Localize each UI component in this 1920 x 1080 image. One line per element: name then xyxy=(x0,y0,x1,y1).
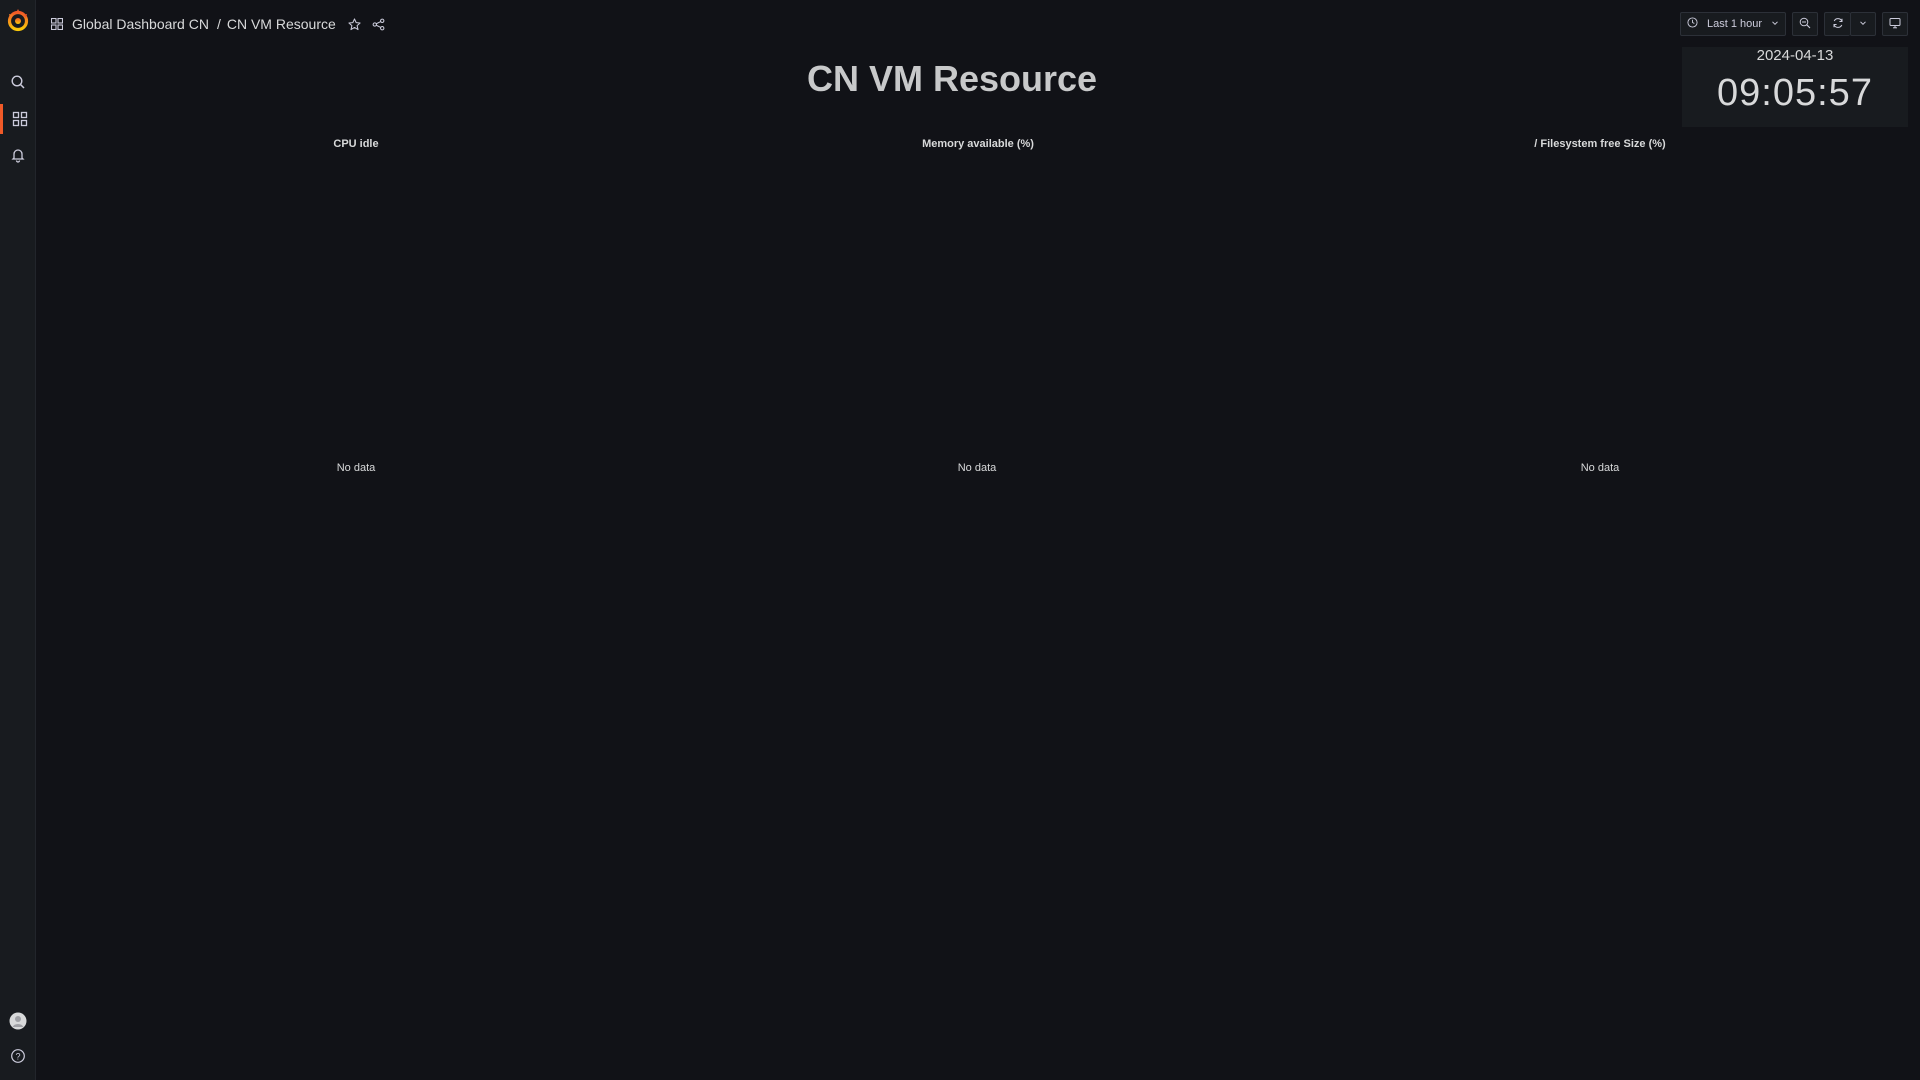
star-icon[interactable] xyxy=(346,15,364,33)
breadcrumb-folder-link[interactable]: Global Dashboard CN xyxy=(72,16,209,32)
avatar[interactable] xyxy=(0,1006,36,1036)
zoom-out-icon xyxy=(1799,17,1811,32)
panel-no-data-filesystem-free: No data xyxy=(1580,462,1620,474)
breadcrumb-separator: / xyxy=(216,16,221,32)
clock-date: 2024-04-13 xyxy=(1756,47,1834,64)
dashboards-icon[interactable] xyxy=(0,104,36,134)
breadcrumb-dashboard-link[interactable]: CN VM Resource xyxy=(227,16,336,32)
chevron-down-icon xyxy=(1771,18,1779,30)
clock-icon xyxy=(1687,17,1698,31)
panel-title-cpu-idle[interactable]: CPU idle xyxy=(206,138,506,150)
dashboard-title: CN VM Resource xyxy=(806,58,1098,99)
bell-icon[interactable] xyxy=(0,140,36,170)
panel-title-memory-available[interactable]: Memory available (%) xyxy=(828,138,1128,150)
time-range-picker[interactable]: Last 1 hour xyxy=(1680,12,1786,36)
refresh-group xyxy=(1824,12,1876,36)
time-range-label: Last 1 hour xyxy=(1706,18,1763,30)
help-icon[interactable]: ? xyxy=(0,1041,36,1071)
tv-mode-button[interactable] xyxy=(1882,12,1908,36)
dashboards-grid-icon xyxy=(48,15,66,33)
grafana-logo-icon[interactable] xyxy=(5,7,31,33)
top-bar: Global Dashboard CN / CN VM Resource Las… xyxy=(36,0,1920,48)
zoom-out-button[interactable] xyxy=(1792,12,1818,36)
refresh-interval-dropdown[interactable] xyxy=(1850,12,1876,36)
clock-time: 09:05:57 xyxy=(1717,72,1873,114)
share-icon[interactable] xyxy=(370,15,388,33)
refresh-button[interactable] xyxy=(1824,12,1850,36)
panel-no-data-cpu-idle: No data xyxy=(336,462,376,474)
panel-no-data-memory-available: No data xyxy=(957,462,997,474)
dashboard-toolbar: Last 1 hour xyxy=(1680,12,1908,36)
svg-text:?: ? xyxy=(15,1051,20,1061)
chevron-down-icon xyxy=(1859,18,1867,30)
clock-panel: 2024-04-13 09:05:57 xyxy=(1682,47,1908,127)
side-menu: ? xyxy=(0,0,36,1080)
panel-title-filesystem-free[interactable]: / Filesystem free Size (%) xyxy=(1450,138,1750,150)
breadcrumb: Global Dashboard CN / CN VM Resource xyxy=(48,14,388,34)
refresh-icon xyxy=(1832,17,1844,32)
monitor-icon xyxy=(1889,17,1901,32)
